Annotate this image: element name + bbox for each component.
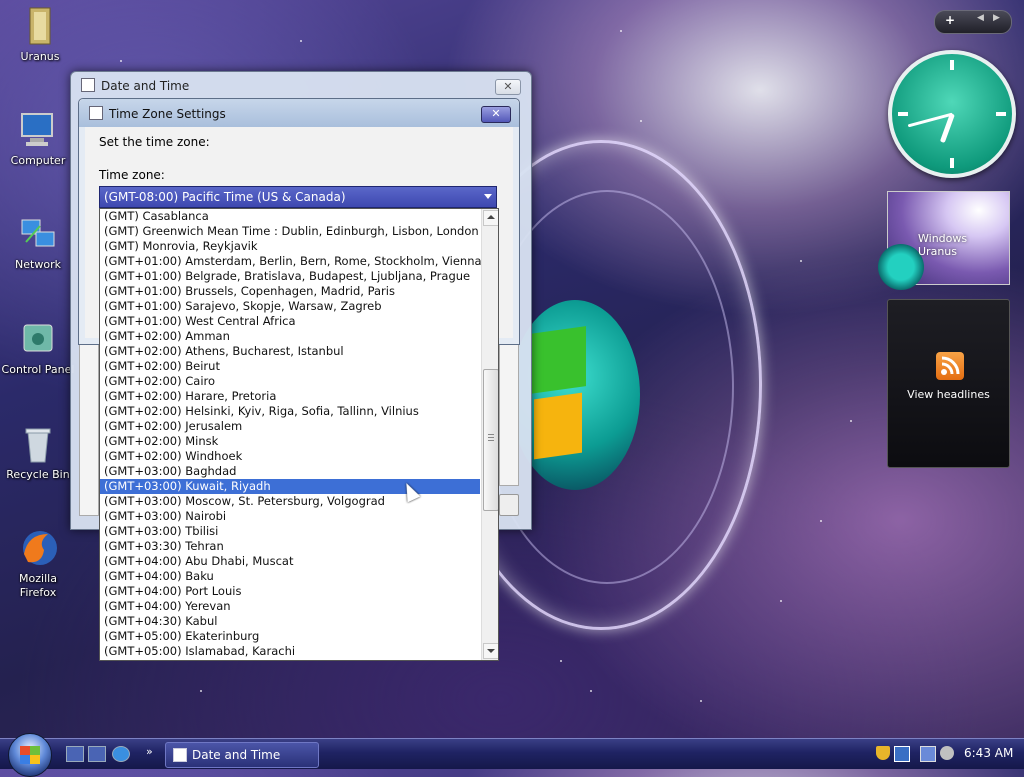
time-zone-option[interactable]: (GMT+02:00) Minsk: [100, 434, 480, 449]
clock-gadget[interactable]: [888, 50, 1016, 178]
time-zone-option[interactable]: (GMT+04:00) Yerevan: [100, 599, 480, 614]
date-time-icon: [173, 748, 187, 762]
dialog-title: Time Zone Settings: [109, 107, 226, 121]
desktop-icon-network[interactable]: Network: [0, 214, 76, 272]
slideshow-gadget[interactable]: Windows Uranus: [878, 191, 1010, 290]
chevron-down-icon[interactable]: [484, 194, 492, 199]
network-icon: [18, 214, 58, 254]
internet-explorer-icon[interactable]: [112, 746, 130, 762]
time-zone-option[interactable]: (GMT+04:30) Kabul: [100, 614, 480, 629]
desktop-icon-control-panel[interactable]: Control Panel: [0, 319, 76, 377]
time-zone-option[interactable]: (GMT+04:00) Port Louis: [100, 584, 480, 599]
time-zone-dropdown-list[interactable]: (GMT) Casablanca (GMT) Greenwich Mean Tim…: [99, 208, 499, 661]
time-zone-option[interactable]: (GMT+01:00) West Central Africa: [100, 314, 480, 329]
time-zone-option[interactable]: (GMT+03:00) Nairobi: [100, 509, 480, 524]
rss-feed-icon: [936, 352, 964, 380]
dialog-close-button[interactable]: ✕: [481, 106, 511, 123]
time-zone-option[interactable]: (GMT) Monrovia, Reykjavik: [100, 239, 480, 254]
view-headlines-link[interactable]: View headlines: [888, 388, 1009, 401]
date-time-icon: [81, 78, 95, 92]
time-zone-option[interactable]: (GMT+02:00) Cairo: [100, 374, 480, 389]
security-center-icon[interactable]: [894, 746, 910, 762]
system-tray: 6:43 AM: [866, 739, 1024, 769]
time-zone-option[interactable]: (GMT+02:00) Helsinki, Kyiv, Riga, Sofia,…: [100, 404, 480, 419]
scroll-thumb[interactable]: [483, 369, 498, 511]
time-zone-option[interactable]: (GMT+05:00) Islamabad, Karachi: [100, 644, 480, 659]
time-zone-option[interactable]: (GMT+04:00) Abu Dhabi, Muscat: [100, 554, 480, 569]
time-zone-option[interactable]: (GMT+02:00) Amman: [100, 329, 480, 344]
previous-icon[interactable]: ◀: [977, 13, 984, 23]
taskbar-button-date-and-time[interactable]: Date and Time: [165, 742, 319, 768]
time-zone-option[interactable]: (GMT+01:00) Sarajevo, Skopje, Warsaw, Za…: [100, 299, 480, 314]
time-zone-option[interactable]: (GMT+02:00) Jerusalem: [100, 419, 480, 434]
time-zone-combobox[interactable]: (GMT-08:00) Pacific Time (US & Canada): [99, 186, 497, 208]
time-zone-option[interactable]: (GMT+02:00) Harare, Pretoria: [100, 389, 480, 404]
close-button[interactable]: ✕: [495, 79, 521, 95]
folder-icon: [20, 6, 60, 46]
time-zone-option[interactable]: (GMT+01:00) Amsterdam, Berlin, Bern, Rom…: [100, 254, 482, 269]
time-zone-option[interactable]: (GMT+03:00) Kuwait, Riyadh: [100, 479, 480, 494]
start-button[interactable]: [8, 733, 52, 777]
time-zone-option[interactable]: (GMT) Greenwich Mean Time : Dublin, Edin…: [100, 224, 480, 239]
time-zone-option[interactable]: (GMT+02:00) Windhoek: [100, 449, 480, 464]
next-icon[interactable]: ▶: [993, 13, 1000, 23]
volume-muted-icon[interactable]: [940, 746, 954, 760]
scroll-up-icon[interactable]: [483, 210, 498, 226]
time-zone-option[interactable]: (GMT) Casablanca: [100, 209, 480, 224]
time-zone-option[interactable]: (GMT+04:00) Baku: [100, 569, 480, 584]
show-desktop-icon[interactable]: [66, 746, 84, 762]
desktop-icon-uranus[interactable]: Uranus: [2, 6, 78, 64]
time-zone-option[interactable]: (GMT+02:00) Beirut: [100, 359, 480, 374]
time-zone-option[interactable]: (GMT+03:00) Moscow, St. Petersburg, Volg…: [100, 494, 480, 509]
taskbar: » Date and Time 6:43 AM: [0, 733, 1024, 777]
firefox-icon: [18, 528, 58, 568]
sidebar-add-gadget-button[interactable]: + ◀ ▶: [934, 10, 1012, 34]
taskbar-clock[interactable]: 6:43 AM: [964, 746, 1013, 760]
time-zone-option[interactable]: (GMT+03:00) Tbilisi: [100, 524, 480, 539]
time-zone-option[interactable]: (GMT+05:00) Ekaterinburg: [100, 629, 480, 644]
switch-windows-icon[interactable]: [88, 746, 106, 762]
time-zone-options: (GMT) Casablanca (GMT) Greenwich Mean Tim…: [100, 209, 482, 659]
recycle-bin-icon: [18, 424, 58, 464]
control-panel-icon: [18, 319, 58, 359]
desktop-icon-computer[interactable]: Computer: [0, 110, 76, 168]
security-shield-icon[interactable]: [876, 746, 890, 760]
time-zone-option[interactable]: (GMT+01:00) Brussels, Copenhagen, Madrid…: [100, 284, 480, 299]
time-zone-option[interactable]: (GMT+03:00) Baghdad: [100, 464, 480, 479]
dropdown-scrollbar[interactable]: [481, 209, 498, 660]
ok-button-partial[interactable]: [499, 494, 519, 516]
computer-icon: [18, 110, 58, 150]
scroll-down-icon[interactable]: [483, 643, 498, 659]
time-zone-selected-value: (GMT-08:00) Pacific Time (US & Canada): [104, 190, 346, 204]
tab-panel-edge: [79, 342, 99, 516]
window-title: Date and Time: [101, 79, 190, 93]
time-zone-option[interactable]: (GMT+01:00) Belgrade, Bratislava, Budape…: [100, 269, 480, 284]
time-zone-icon: [89, 106, 103, 120]
desktop-icon-firefox[interactable]: Mozilla Firefox: [0, 528, 76, 600]
time-zone-option[interactable]: (GMT+02:00) Athens, Bucharest, Istanbul: [100, 344, 480, 359]
time-zone-label: Time zone:: [99, 168, 165, 182]
time-zone-option[interactable]: (GMT+03:30) Tehran: [100, 539, 480, 554]
feed-headlines-gadget[interactable]: View headlines: [887, 299, 1010, 468]
network-status-icon[interactable]: [920, 746, 936, 762]
desktop-icon-recycle-bin[interactable]: Recycle Bin: [0, 424, 76, 482]
tab-panel-edge-right: [499, 342, 519, 486]
dialog-titlebar: Time Zone Settings ✕: [79, 99, 519, 127]
quick-launch-chevron[interactable]: »: [146, 745, 153, 758]
set-time-zone-prompt: Set the time zone:: [99, 135, 210, 149]
